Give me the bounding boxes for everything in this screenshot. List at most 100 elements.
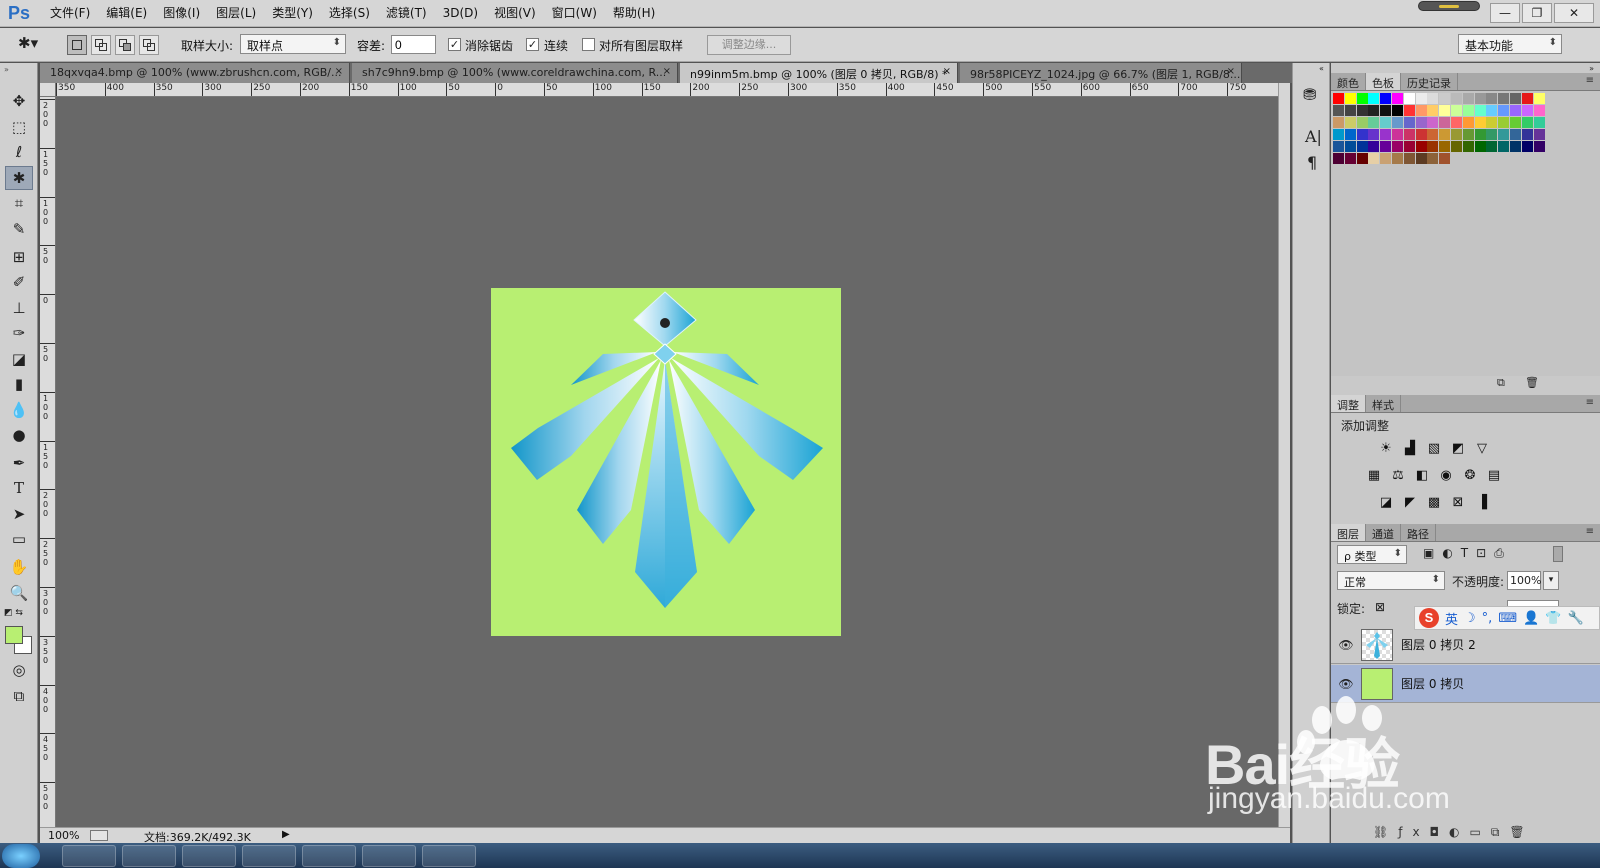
color-swatch[interactable] [1368,93,1380,104]
color-swatch[interactable] [1356,105,1368,116]
color-swatch[interactable] [1521,129,1533,140]
layer-filter-select[interactable]: ρ 类型 [1337,545,1407,564]
menu-item[interactable]: 3D(D) [435,0,486,27]
contiguous-checkbox[interactable]: ✓ [526,38,539,51]
ime-toolbar[interactable]: S 英 ☽ °, ⌨ 👤 👕 🔧 [1414,606,1600,630]
wrench-icon[interactable]: 🔧 [1567,611,1583,626]
menu-item[interactable]: 视图(V) [486,0,544,27]
color-swatch[interactable] [1533,141,1545,152]
panel-menu-icon[interactable]: ≡ [1586,75,1594,86]
color-swatch[interactable] [1439,141,1451,152]
eraser-tool-icon[interactable]: ◪ [5,347,33,371]
color-swatch[interactable] [1510,141,1521,152]
color-swatch[interactable] [1415,117,1427,128]
color-swatch[interactable] [1356,129,1368,140]
character-panel-icon[interactable]: A| [1305,127,1322,146]
color-swatch[interactable] [1510,105,1521,116]
color-swatch[interactable] [1356,141,1368,152]
color-swatch[interactable] [1462,141,1474,152]
color-swatch[interactable] [1510,117,1521,128]
color-swatch[interactable] [1521,117,1533,128]
layer-filter-icons[interactable]: ▣◐T⊡⎙ [1423,546,1512,561]
color-swatch[interactable] [1521,141,1533,152]
blur-tool-icon[interactable]: 💧 [5,398,33,422]
menu-item[interactable]: 图层(L) [208,0,264,27]
color-swatch[interactable] [1510,93,1521,104]
blend-mode-select[interactable]: 正常 [1337,571,1445,590]
color-swatch[interactable] [1439,129,1451,140]
magic-wand-preset-icon[interactable]: ✱▾ [18,34,58,56]
levels-icon[interactable]: ▟ [1401,440,1419,456]
panel-tab[interactable]: 颜色 [1331,73,1366,90]
panel-menu-icon[interactable]: ≡ [1586,397,1594,408]
color-swatch[interactable] [1498,105,1510,116]
color-swatch[interactable] [1380,129,1392,140]
taskbar-app-1[interactable] [62,845,116,867]
invert-icon[interactable]: ◪ [1377,494,1395,510]
color-swatch[interactable] [1498,129,1510,140]
taskbar-app-6[interactable] [362,845,416,867]
panel-tab[interactable]: 通道 [1366,524,1401,541]
hue-saturation-icon[interactable]: ▦ [1365,467,1383,483]
eyedropper-tool-icon[interactable]: ✎ [5,217,33,241]
taskbar-app-3[interactable] [182,845,236,867]
collapse-icon[interactable]: » [1589,64,1594,73]
taskbar-app-7[interactable] [422,845,476,867]
color-swatch[interactable] [1486,129,1498,140]
new-selection-button[interactable] [67,35,87,55]
color-swatch[interactable] [1344,129,1356,140]
close-button[interactable]: ✕ [1554,3,1594,23]
color-swatch[interactable] [1451,105,1462,116]
menu-item[interactable]: 文件(F) [42,0,98,27]
taskbar-app-4[interactable] [242,845,296,867]
type-tool-icon[interactable]: T [5,476,33,500]
quick-mask-icon[interactable]: ◎ [5,658,33,682]
refine-edge-button[interactable]: 调整边缘... [707,35,791,55]
color-swatch[interactable] [1392,105,1403,116]
document-tab[interactable]: 98r58PICEYZ_1024.jpg @ 66.7% (图层 1, RGB/… [960,63,1242,83]
start-button[interactable] [2,844,40,868]
marquee-tool-icon[interactable]: ⬚ [5,115,33,139]
color-swatch[interactable] [1415,105,1427,116]
document-tab[interactable]: n99inm5m.bmp @ 100% (图层 0 拷贝, RGB/8) * × [680,63,958,83]
color-swatch[interactable] [1368,117,1380,128]
color-swatch[interactable] [1403,153,1415,164]
color-swatch[interactable] [1333,141,1344,152]
color-swatch[interactable] [1474,129,1486,140]
color-swatch[interactable] [1333,117,1344,128]
subtract-selection-button[interactable] [115,35,135,55]
swap-colors-icon[interactable]: ◩ ⇆ [4,608,23,618]
status-menu-arrow-icon[interactable]: ▶ [282,829,290,840]
magic-wand-tool-icon[interactable]: ✱ [5,166,33,190]
gradient-tool-icon[interactable]: ▮ [5,372,33,396]
color-swatch[interactable] [1380,93,1392,104]
color-swatch[interactable] [1380,141,1392,152]
visibility-eye-icon[interactable]: 👁 [1331,638,1361,652]
color-swatch[interactable] [1533,129,1545,140]
color-lookup-icon[interactable]: ▤ [1485,467,1503,483]
color-swatch[interactable] [1533,105,1545,116]
color-swatch[interactable] [1392,129,1403,140]
color-swatch[interactable] [1344,141,1356,152]
brush-tool-icon[interactable]: ✐ [5,270,33,294]
collapse-icon[interactable]: « [1319,64,1324,73]
menu-item[interactable]: 编辑(E) [98,0,155,27]
color-swatch[interactable] [1344,117,1356,128]
menu-item[interactable]: 图像(I) [155,0,208,27]
close-tab-icon[interactable]: × [335,66,343,77]
color-swatch[interactable] [1462,93,1474,104]
skin-icon[interactable]: 👕 [1545,611,1561,626]
close-tab-icon[interactable]: × [943,66,951,77]
color-swatch[interactable] [1510,129,1521,140]
intersect-selection-button[interactable] [139,35,159,55]
color-swatch[interactable] [1368,129,1380,140]
color-swatch[interactable] [1533,93,1545,104]
panel-tab[interactable]: 图层 [1331,524,1366,541]
color-swatch[interactable] [1427,129,1439,140]
channel-mixer-icon[interactable]: ❂ [1461,467,1479,483]
panel-tab[interactable]: 样式 [1366,395,1401,412]
crop-tool-icon[interactable]: ⌗ [5,191,33,215]
color-swatch[interactable] [1486,117,1498,128]
foreground-color-swatch[interactable] [5,626,23,644]
opacity-dropdown-icon[interactable]: ▾ [1543,571,1559,590]
